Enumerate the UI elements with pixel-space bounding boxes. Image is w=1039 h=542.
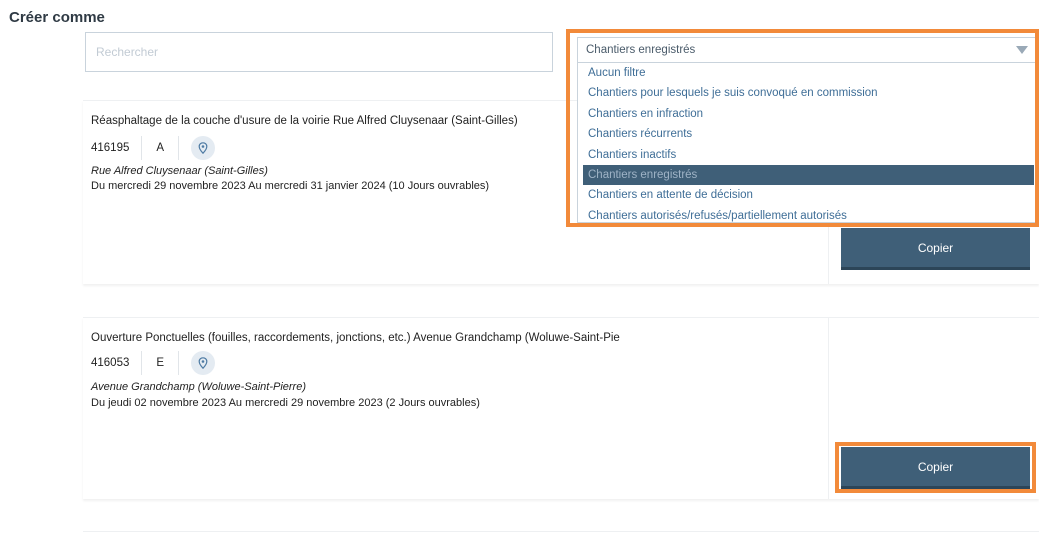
filter-selected-value: Chantiers enregistrés xyxy=(586,44,696,56)
filter-option[interactable]: Chantiers inactifs xyxy=(578,145,1036,165)
map-pin-icon[interactable] xyxy=(191,136,216,160)
worksite-category: A xyxy=(142,136,180,160)
worksite-dates: Du jeudi 02 novembre 2023 Au mercredi 29… xyxy=(91,397,480,409)
page-title: Créer comme xyxy=(9,9,105,26)
worksite-meta: 416053 E xyxy=(91,350,216,376)
filter-option[interactable]: Aucun filtre xyxy=(578,63,1036,83)
triangle-down-icon[interactable] xyxy=(1016,46,1028,54)
worksite-name[interactable]: Ouverture Ponctuelles (fouilles, raccord… xyxy=(91,332,620,344)
worksite-id: 416053 xyxy=(91,351,143,375)
worksite-card xyxy=(83,531,1039,542)
copy-button[interactable]: Copier xyxy=(841,228,1030,270)
filter-option[interactable]: Chantiers autorisés/refusés/partiellemen… xyxy=(578,206,1036,222)
worksite-id: 416195 xyxy=(91,136,143,160)
worksite-meta: 416195 A xyxy=(91,135,216,161)
worksite-dates: Du mercredi 29 novembre 2023 Au mercredi… xyxy=(91,180,490,192)
filter-option-selected[interactable]: Chantiers enregistrés xyxy=(583,164,1034,186)
worksite-street: Rue Alfred Cluysenaar (Saint-Gilles) xyxy=(91,165,268,177)
filter-option[interactable]: Chantiers récurrents xyxy=(578,124,1036,144)
filter-select[interactable]: Chantiers enregistrés xyxy=(577,37,1037,63)
filter-option[interactable]: Chantiers pour lesquels je suis convoqué… xyxy=(578,83,1036,103)
worksite-street: Avenue Grandchamp (Woluwe-Saint-Pierre) xyxy=(91,381,306,393)
filter-option[interactable]: Chantiers en attente de décision xyxy=(578,185,1036,205)
search-input[interactable] xyxy=(85,32,553,72)
filter-options-list[interactable]: Aucun filtre Chantiers pour lesquels je … xyxy=(577,63,1037,223)
worksite-category: E xyxy=(142,351,180,375)
card-divider xyxy=(828,318,829,499)
filter-option[interactable]: Chantiers en infraction xyxy=(578,104,1036,124)
map-pin-icon[interactable] xyxy=(191,351,216,375)
copy-button[interactable]: Copier xyxy=(841,447,1030,489)
worksite-card: Ouverture Ponctuelles (fouilles, raccord… xyxy=(83,317,1039,499)
worksite-name[interactable]: Réasphaltage de la couche d'usure de la … xyxy=(91,115,518,127)
